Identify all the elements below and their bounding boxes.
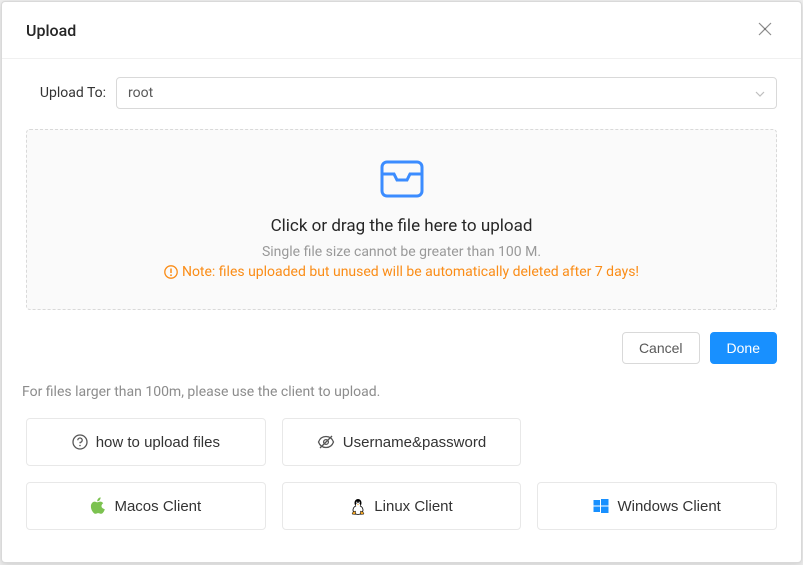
upload-dropzone[interactable]: Click or drag the file here to upload Si… <box>26 129 777 310</box>
macos-client-button[interactable]: Macos Client <box>26 482 266 530</box>
option-label: Linux Client <box>374 498 452 515</box>
options-row-2: Macos Client Linux Client Windows Client <box>26 482 777 530</box>
dropzone-title: Click or drag the file here to upload <box>47 216 756 236</box>
option-label: Username&password <box>343 434 486 451</box>
dropzone-note-text: Note: files uploaded but unused will be … <box>182 264 639 280</box>
close-icon <box>758 20 772 41</box>
apple-icon <box>90 497 106 515</box>
inbox-icon <box>47 160 756 202</box>
chevron-down-icon <box>755 85 765 101</box>
linux-icon <box>350 497 366 515</box>
linux-client-button[interactable]: Linux Client <box>282 482 522 530</box>
modal-header: Upload <box>2 2 801 59</box>
upload-to-label: Upload To: <box>26 85 116 101</box>
helper-text: For files larger than 100m, please use t… <box>22 384 777 400</box>
eye-off-icon <box>317 434 335 450</box>
windows-icon <box>593 498 609 514</box>
windows-client-button[interactable]: Windows Client <box>537 482 777 530</box>
select-value: root <box>128 85 153 101</box>
done-button[interactable]: Done <box>710 332 777 364</box>
how-to-upload-button[interactable]: how to upload files <box>26 418 266 466</box>
close-button[interactable] <box>753 18 777 42</box>
option-label: Windows Client <box>617 498 720 515</box>
option-label: how to upload files <box>96 434 220 451</box>
dropzone-subtitle: Single file size cannot be greater than … <box>47 244 756 260</box>
upload-to-row: Upload To: root <box>26 77 777 109</box>
modal-body: Upload To: root Click or drag the file h… <box>2 59 801 562</box>
cancel-button[interactable]: Cancel <box>622 332 700 364</box>
option-label: Macos Client <box>114 498 201 515</box>
modal-title: Upload <box>26 21 76 40</box>
upload-modal: Upload Upload To: root Cli <box>1 1 802 563</box>
spacer <box>537 418 777 466</box>
upload-to-select[interactable]: root <box>116 77 777 109</box>
dropzone-note: Note: files uploaded but unused will be … <box>164 264 639 280</box>
warning-icon <box>164 265 178 279</box>
question-circle-icon <box>72 434 88 450</box>
username-password-button[interactable]: Username&password <box>282 418 522 466</box>
options-row-1: how to upload files Username&password <box>26 418 777 466</box>
action-buttons: Cancel Done <box>26 332 777 364</box>
